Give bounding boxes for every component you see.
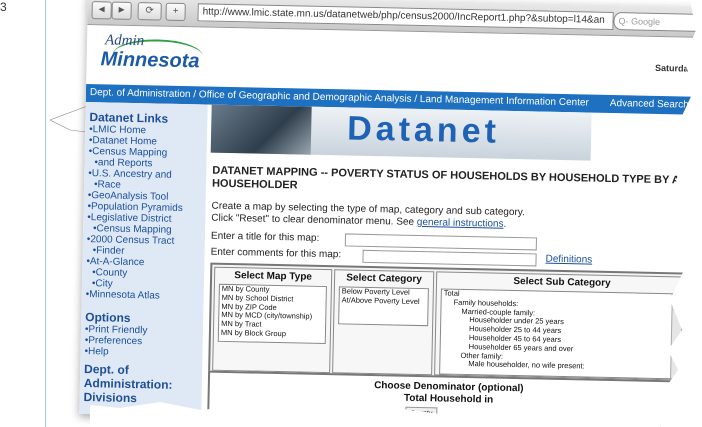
- torn-edges: [90, 0, 702, 427]
